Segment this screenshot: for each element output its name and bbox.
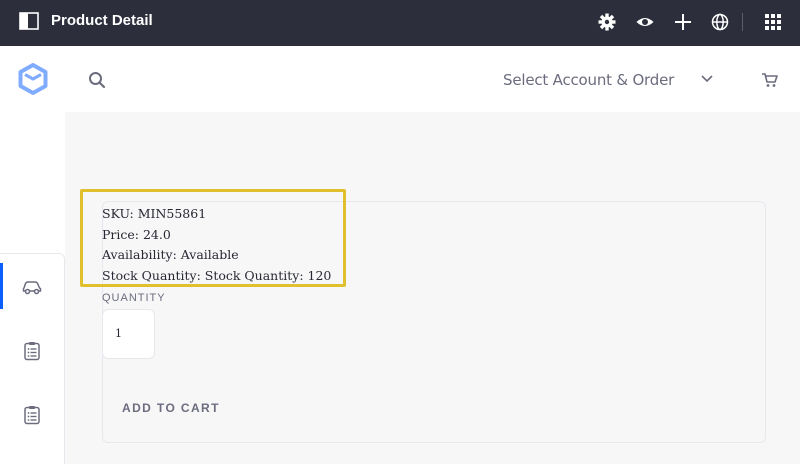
side-panel bbox=[0, 112, 65, 464]
search-icon[interactable] bbox=[87, 70, 107, 90]
car-icon[interactable] bbox=[21, 275, 43, 297]
account-order-selector[interactable]: Select Account & Order bbox=[503, 71, 674, 89]
add-to-cart-button[interactable]: ADD TO CART bbox=[108, 397, 234, 419]
gear-icon[interactable] bbox=[597, 12, 617, 32]
toolbar-divider bbox=[742, 13, 743, 31]
highlight-box bbox=[80, 189, 346, 287]
cart-icon[interactable] bbox=[760, 70, 780, 90]
globe-icon[interactable] bbox=[710, 12, 730, 32]
page-title: Product Detail bbox=[51, 12, 153, 29]
panel-toggle-icon[interactable] bbox=[19, 12, 39, 30]
active-indicator bbox=[0, 263, 3, 309]
clipboard-list-icon[interactable] bbox=[21, 404, 43, 426]
quantity-label: QUANTITY bbox=[102, 292, 166, 304]
eye-icon[interactable] bbox=[635, 12, 655, 32]
site-header: Select Account & Order bbox=[0, 46, 800, 112]
quantity-input[interactable]: 1 bbox=[102, 309, 155, 359]
clipboard-list-icon[interactable] bbox=[21, 340, 43, 362]
logo-icon[interactable] bbox=[18, 63, 48, 95]
apps-grid-icon[interactable] bbox=[763, 12, 783, 32]
chevron-down-icon[interactable] bbox=[699, 72, 715, 86]
top-bar: Product Detail bbox=[0, 0, 800, 46]
plus-icon[interactable] bbox=[673, 12, 693, 32]
